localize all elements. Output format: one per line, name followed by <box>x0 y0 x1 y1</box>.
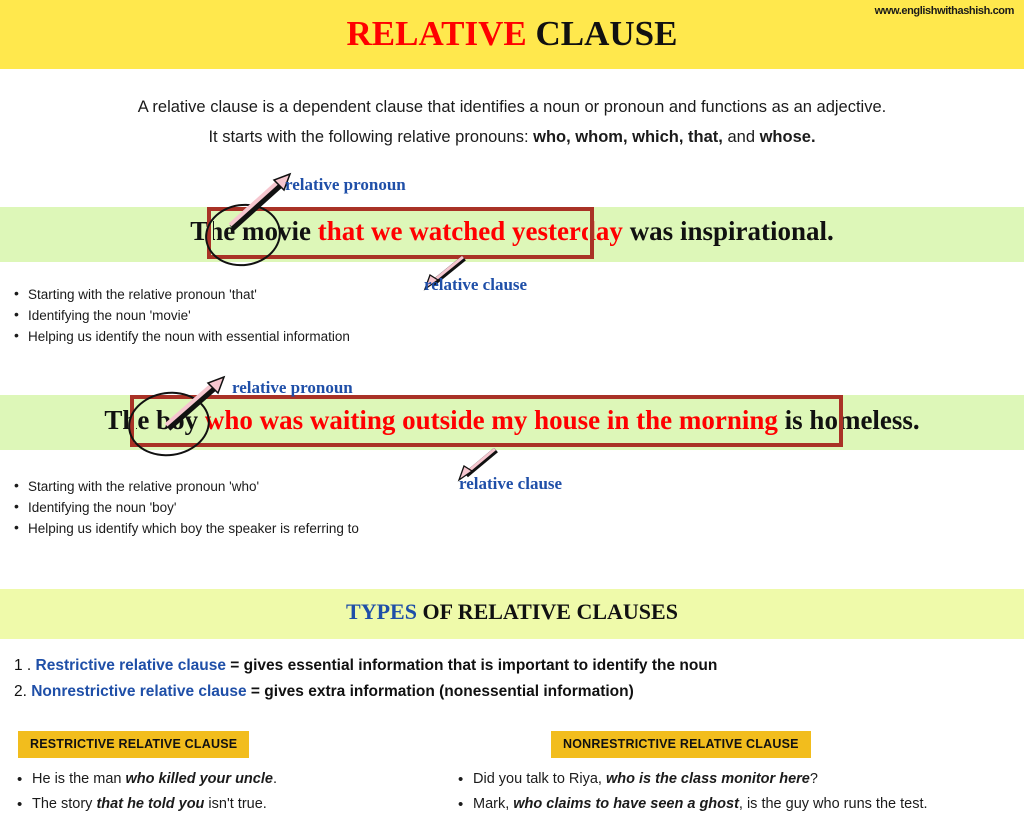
intro-line-2-prefix: It starts with the following relative pr… <box>208 128 534 146</box>
nonrestrictive-examples-list: Did you talk to Riya, who is the class m… <box>455 767 928 817</box>
types-heading: TYPES OF RELATIVE CLAUSES <box>0 599 1024 625</box>
example-2-clause-label: relative clause <box>459 474 563 493</box>
types-item-2-definition: = gives extra information (nonessential … <box>246 683 634 700</box>
intro-line-2: It starts with the following relative pr… <box>0 122 1024 152</box>
example-2-before: The boy <box>104 405 205 435</box>
example-pre: Mark, <box>473 796 514 812</box>
list-item: Helping us identify the noun with essent… <box>10 325 350 347</box>
example-post: , is the guy who runs the test. <box>738 796 928 812</box>
list-item: The story that he told you isn't true. <box>14 792 277 817</box>
badge-restrictive-relative-clause: RESTRICTIVE RELATIVE CLAUSE <box>18 731 250 758</box>
types-item-2-kind: Nonrestrictive relative clause <box>31 683 247 700</box>
example-post: . <box>272 771 277 787</box>
types-heading-rest: OF RELATIVE CLAUSES <box>416 599 678 624</box>
page-title: RELATIVE CLAUSE <box>0 14 1024 54</box>
example-1-after: was inspirational. <box>622 216 834 246</box>
infographic-page: www.englishwithashish.com RELATIVE CLAUS… <box>0 0 1024 819</box>
list-item: Did you talk to Riya, who is the class m… <box>455 767 928 792</box>
example-2-after: is homeless. <box>777 405 920 435</box>
example-post: ? <box>809 771 818 787</box>
badge-nonrestrictive-relative-clause: NONRESTRICTIVE RELATIVE CLAUSE <box>551 731 811 758</box>
intro-conjunction: and <box>722 128 760 146</box>
types-item-1-kind: Restrictive relative clause <box>35 657 226 674</box>
restrictive-examples-list: He is the man who killed your uncle. The… <box>14 767 277 817</box>
example-pre: Did you talk to Riya, <box>473 771 606 787</box>
example-2-pronoun-label: relative pronoun <box>232 378 353 397</box>
page-title-highlight: RELATIVE <box>346 14 527 53</box>
page-title-rest: CLAUSE <box>526 14 678 53</box>
example-2-clause: who was waiting outside my house in the … <box>204 405 778 435</box>
list-item: Starting with the relative pronoun 'who' <box>10 475 359 497</box>
types-item-1-number: 1 . <box>14 657 36 674</box>
example-1-before: The movie <box>190 216 318 246</box>
intro-pronoun-list: who, whom, which, that, <box>533 128 723 146</box>
list-item: Identifying the noun 'movie' <box>10 304 350 326</box>
intro-paragraph: A relative clause is a dependent clause … <box>0 92 1024 152</box>
types-item-2: 2. Nonrestrictive relative clause = give… <box>14 683 634 701</box>
example-emphasis: that he told you <box>96 796 205 812</box>
intro-line-1: A relative clause is a dependent clause … <box>137 98 887 116</box>
example-2-bullets: Starting with the relative pronoun 'who'… <box>10 475 359 539</box>
example-1-clause: that we watched yesterday <box>317 216 623 246</box>
example-emphasis: who is the class monitor here <box>605 771 810 787</box>
example-emphasis: who claims to have seen a ghost <box>513 796 739 812</box>
types-item-1-definition: = gives essential information that is im… <box>225 657 718 674</box>
example-1-clause-label: relative clause <box>424 275 528 294</box>
types-heading-highlight: TYPES <box>346 599 417 624</box>
list-item: Starting with the relative pronoun 'that… <box>10 283 350 305</box>
example-pre: The story <box>32 796 97 812</box>
list-item: Identifying the noun 'boy' <box>10 496 359 518</box>
example-emphasis: who killed your uncle <box>125 771 273 787</box>
types-item-1: 1 . Restrictive relative clause = gives … <box>14 657 717 675</box>
types-item-2-number: 2. <box>14 683 32 700</box>
list-item: Mark, who claims to have seen a ghost, i… <box>455 792 928 817</box>
intro-pronoun-last: whose. <box>759 128 816 146</box>
example-1-sentence: The movie that we watched yesterday was … <box>0 216 1024 247</box>
example-post: isn't true. <box>204 796 267 812</box>
list-item: Helping us identify which boy the speake… <box>10 517 359 539</box>
example-1-pronoun-label: relative pronoun <box>285 175 406 194</box>
example-pre: He is the man <box>32 771 126 787</box>
list-item: He is the man who killed your uncle. <box>14 767 277 792</box>
example-1-bullets: Starting with the relative pronoun 'that… <box>10 283 350 347</box>
example-2-sentence: The boy who was waiting outside my house… <box>0 405 1024 436</box>
